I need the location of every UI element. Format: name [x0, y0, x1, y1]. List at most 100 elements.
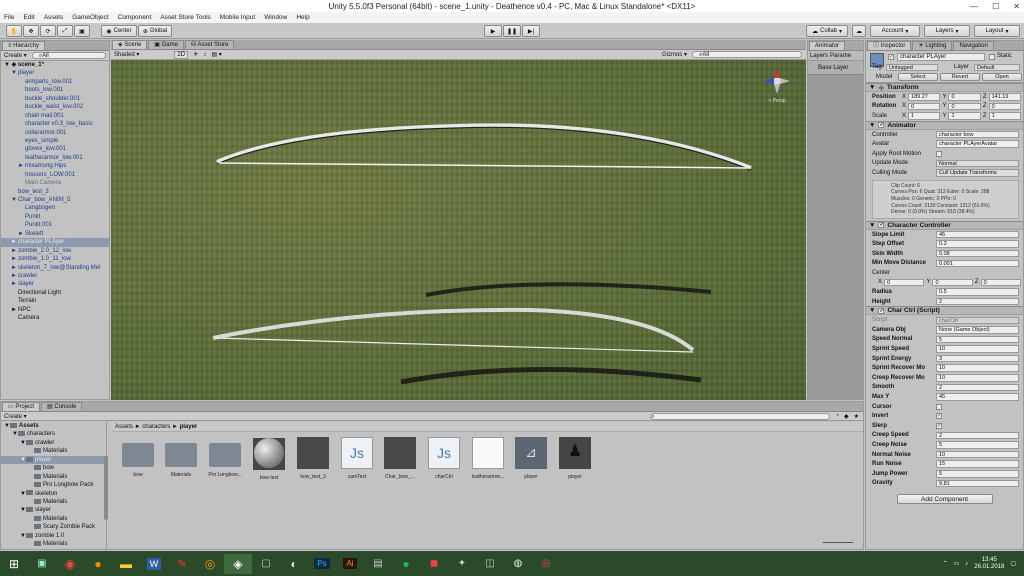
- effects-toggle-icon[interactable]: ▤ ▾: [211, 51, 221, 58]
- hierarchy-item[interactable]: ►zombie_1.0_11_low: [1, 255, 109, 263]
- property-field[interactable]: 45: [936, 393, 1019, 401]
- hierarchy-item[interactable]: boots_low.001: [1, 86, 109, 94]
- property-field[interactable]: 2: [936, 431, 1019, 440]
- update-mode-dropdown[interactable]: Normal: [936, 159, 1019, 168]
- chevron-right-icon[interactable]: ►: [11, 272, 18, 280]
- property-field[interactable]: 10: [936, 374, 1019, 382]
- tab-animator[interactable]: Animator: [809, 41, 846, 50]
- charctrl-enabled-checkbox[interactable]: ✓: [878, 307, 885, 314]
- blender-icon[interactable]: ◎: [196, 554, 224, 574]
- property-field[interactable]: 0.08: [936, 249, 1019, 258]
- property-field[interactable]: 0.001: [936, 259, 1019, 268]
- asset-camtest[interactable]: Js camTest: [338, 437, 376, 480]
- asset-player-prefab[interactable]: ⊿ player: [512, 437, 550, 480]
- hierarchy-item[interactable]: trousers_LOW.001: [1, 171, 109, 179]
- app-icon[interactable]: ◫: [476, 554, 504, 574]
- active-checkbox[interactable]: ✓: [888, 54, 894, 60]
- avatar-field[interactable]: character PLAyerAvatar: [936, 140, 1019, 148]
- project-tree-item[interactable]: ▼ slayer: [1, 506, 106, 514]
- minimize-icon[interactable]: —: [970, 2, 978, 11]
- position-x-field[interactable]: 189.27: [908, 93, 941, 101]
- hierarchy-item[interactable]: collararmor.001: [1, 129, 109, 137]
- property-field[interactable]: 9.81: [936, 479, 1019, 488]
- hierarchy-item[interactable]: chain mail.001: [1, 112, 109, 120]
- photoshop-icon[interactable]: Ps: [308, 554, 336, 574]
- app-icon[interactable]: ◎: [532, 554, 560, 574]
- asset-char-bow[interactable]: Char_bow_...: [381, 437, 419, 480]
- menu-edit[interactable]: Edit: [23, 14, 34, 21]
- app-icon[interactable]: ▣: [28, 554, 56, 574]
- cloud-services-button[interactable]: ☁: [852, 25, 866, 37]
- center-z-field[interactable]: 0: [980, 278, 1022, 287]
- unity-hub-icon[interactable]: ◐: [280, 554, 308, 574]
- center-y-field[interactable]: 0: [932, 278, 973, 287]
- hierarchy-item[interactable]: Camera: [1, 314, 109, 322]
- property-field[interactable]: 15: [936, 460, 1019, 468]
- project-tree-item[interactable]: ▼ characters: [1, 430, 106, 438]
- move-tool-icon[interactable]: ✥: [23, 25, 39, 37]
- hierarchy-item[interactable]: Punkt.001: [1, 221, 109, 229]
- tab-scene[interactable]: ◈ Scene: [112, 40, 148, 49]
- tree-scrollbar[interactable]: [104, 456, 108, 520]
- hierarchy-item[interactable]: ►Skelett: [1, 230, 109, 238]
- position-z-field[interactable]: 141.19: [988, 93, 1022, 101]
- persp-label[interactable]: < Persp: [762, 98, 792, 104]
- lighting-toggle-icon[interactable]: ☀: [193, 51, 198, 58]
- menu-file[interactable]: File: [4, 14, 14, 21]
- maximize-icon[interactable]: ☐: [992, 2, 999, 11]
- unity-icon[interactable]: ◈: [224, 553, 252, 574]
- file-explorer-icon[interactable]: ▬: [112, 554, 140, 574]
- hierarchy-item[interactable]: Punkt: [1, 213, 109, 221]
- illustrator-icon[interactable]: Ai: [336, 554, 364, 574]
- tab-navigation[interactable]: Navigation: [953, 41, 994, 50]
- animator-layers-tab[interactable]: Layers: [810, 53, 828, 59]
- mode-2d-toggle[interactable]: 2D: [174, 50, 189, 59]
- app-icon[interactable]: ✦: [448, 554, 476, 574]
- project-tree-item[interactable]: ▼ Assets: [1, 422, 106, 430]
- hierarchy-item[interactable]: ►crawler: [1, 272, 109, 280]
- base-layer-row[interactable]: Base Layer: [808, 61, 863, 75]
- project-tree-item[interactable]: ▼ crawler: [1, 439, 106, 447]
- hierarchy-item[interactable]: buckle_waist_low.002: [1, 103, 109, 111]
- property-checkbox[interactable]: [936, 403, 942, 410]
- app-icon[interactable]: ▢: [252, 554, 280, 574]
- charctrl-header[interactable]: ▼ ✓ Char Ctrl (Script): [866, 306, 1023, 316]
- property-checkbox[interactable]: ✓: [936, 422, 942, 429]
- pause-button[interactable]: ❚❚: [503, 25, 521, 37]
- project-tree-item[interactable]: Pro Longbow Pack: [1, 481, 106, 489]
- layout-dropdown[interactable]: Layout ▾: [974, 25, 1020, 37]
- hierarchy-item[interactable]: Directional Light: [1, 289, 109, 297]
- hierarchy-item[interactable]: Langbogen: [1, 204, 109, 212]
- account-dropdown[interactable]: Account ▾: [870, 25, 920, 37]
- project-tree-item[interactable]: Materials: [1, 447, 106, 455]
- collab-button[interactable]: ☁ Collab ▾: [806, 25, 848, 37]
- volume-icon[interactable]: ♪: [965, 561, 968, 567]
- tab-game[interactable]: ▣ Game: [148, 40, 184, 49]
- property-field[interactable]: 2: [936, 383, 1019, 392]
- project-tree-item[interactable]: Materials: [1, 540, 106, 548]
- orientation-gizmo[interactable]: < Persp: [762, 66, 792, 104]
- hand-tool-icon[interactable]: ✋: [6, 25, 22, 37]
- hierarchy-item[interactable]: ►slayer: [1, 280, 109, 288]
- app-icon[interactable]: ▤: [364, 554, 392, 574]
- tag-dropdown[interactable]: Untagged: [886, 64, 938, 71]
- animator-parameters-tab[interactable]: Parame: [830, 53, 851, 59]
- menu-window[interactable]: Window: [264, 14, 287, 21]
- property-field[interactable]: 5: [936, 441, 1019, 449]
- position-y-field[interactable]: 0: [948, 93, 981, 101]
- character-controller-header[interactable]: ▼ ✓ Character Controller: [866, 220, 1023, 230]
- hierarchy-item[interactable]: ►NPC: [1, 306, 109, 314]
- step-button[interactable]: ▶|: [522, 25, 540, 37]
- hierarchy-item[interactable]: armparts_low.001: [1, 78, 109, 86]
- app-icon[interactable]: ◼: [420, 554, 448, 574]
- tray-chevron-icon[interactable]: ⌃: [943, 560, 948, 567]
- hierarchy-item[interactable]: ►skeleton_7_low@Standing Mel: [1, 264, 109, 272]
- chrome-icon[interactable]: ◉: [56, 554, 84, 574]
- rotate-tool-icon[interactable]: ⟳: [40, 25, 56, 37]
- tab-asset-store[interactable]: ⛁ Asset Store: [184, 40, 235, 49]
- scale-z-field[interactable]: 1: [988, 112, 1022, 120]
- spotify-icon[interactable]: ●: [392, 554, 420, 574]
- clock[interactable]: 13:45 26.01.2018: [974, 557, 1004, 571]
- chevron-right-icon[interactable]: ►: [11, 255, 18, 263]
- asset-pro-longbow-folder[interactable]: Pro Longbow...: [206, 437, 244, 478]
